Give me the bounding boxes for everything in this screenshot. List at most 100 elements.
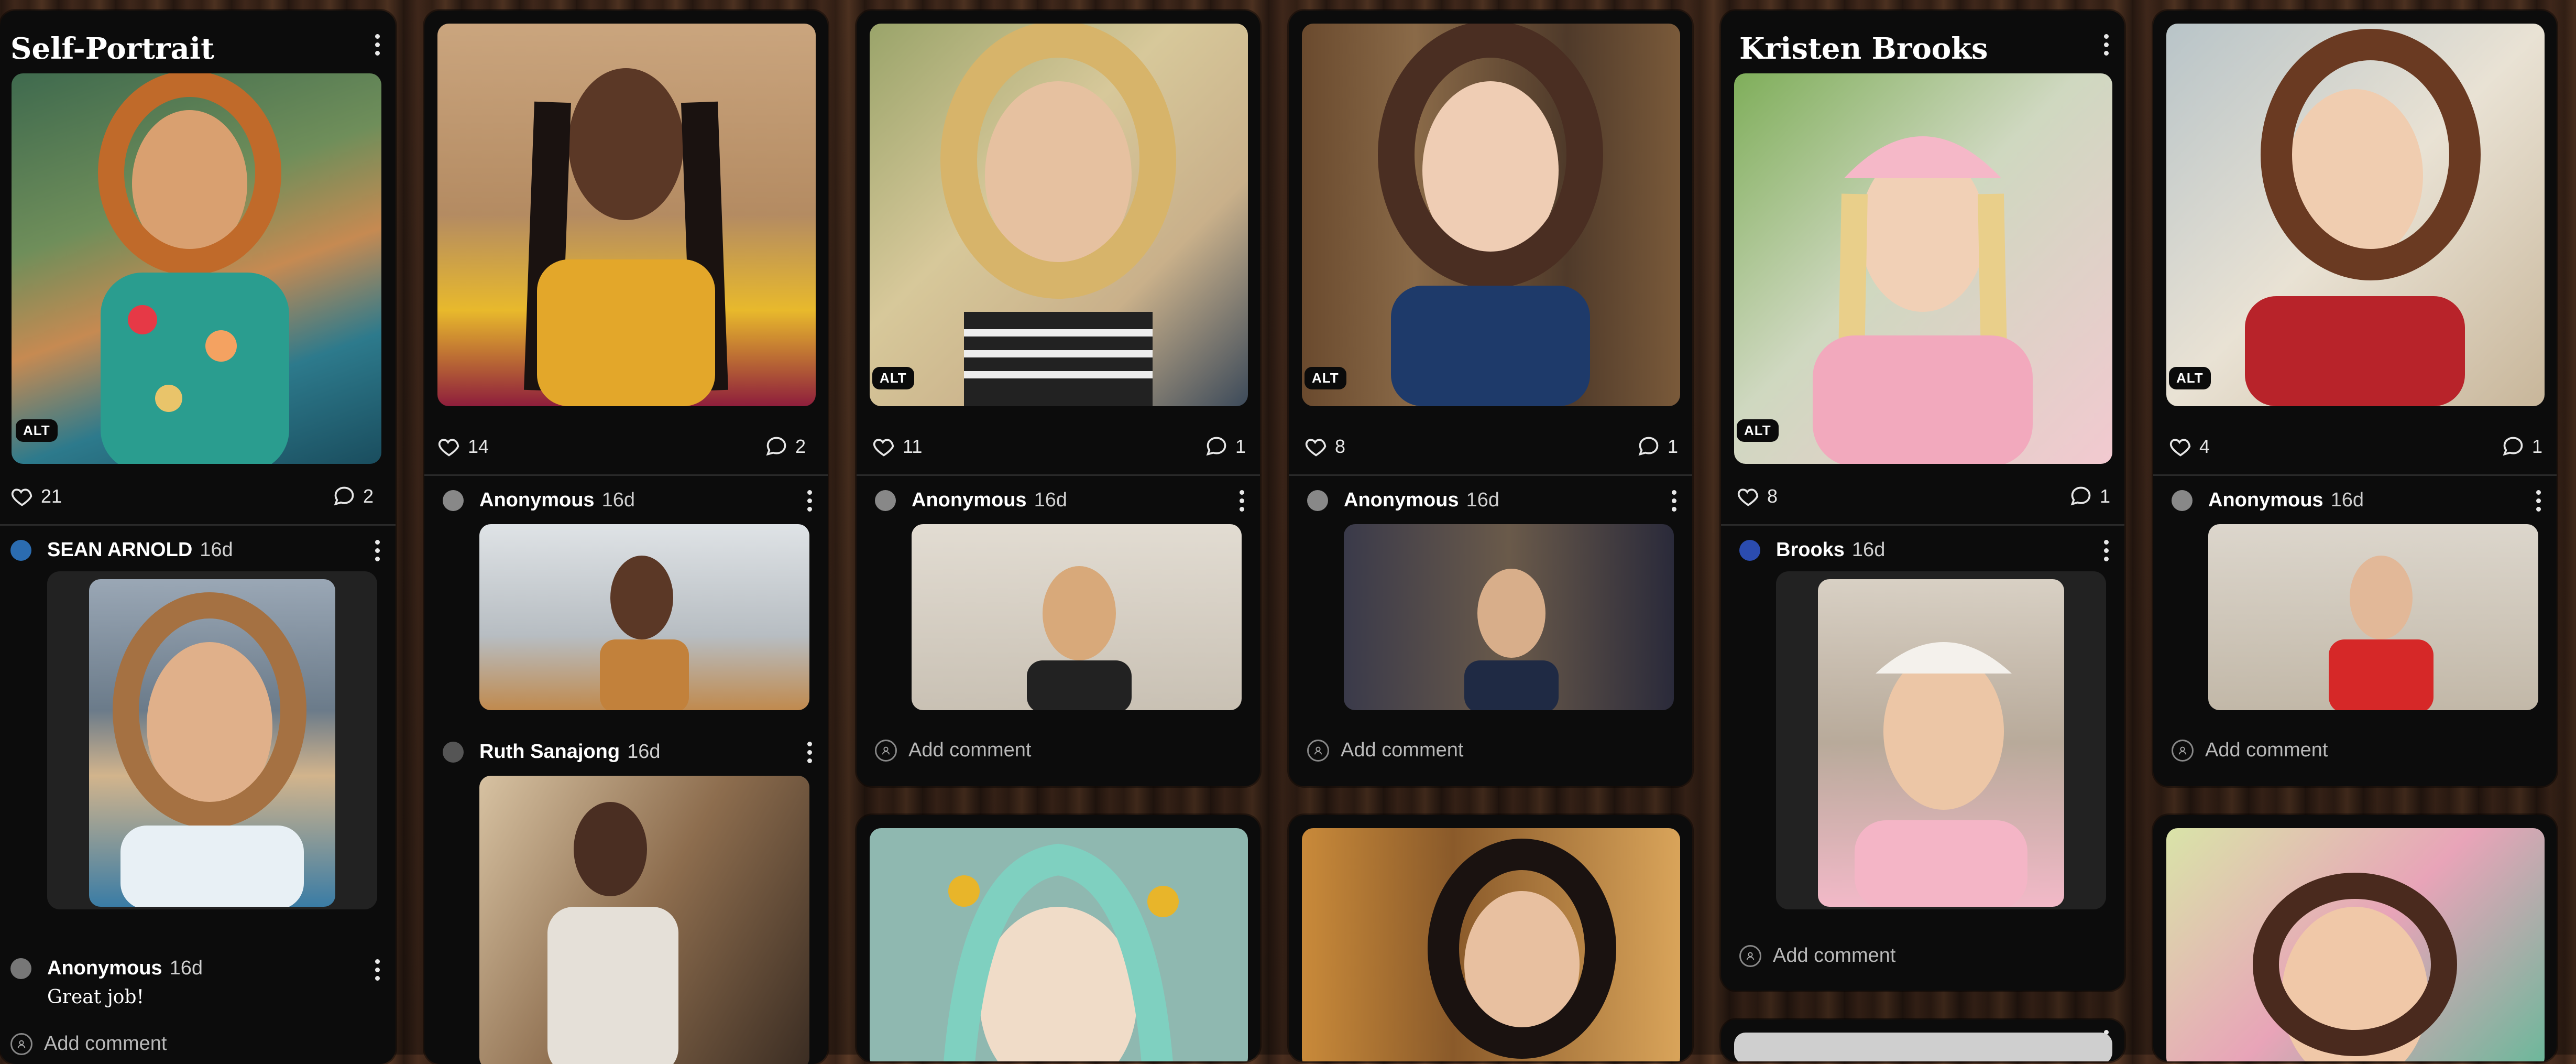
comment-author: SEAN ARNOLD 16d (47, 539, 233, 561)
post-image[interactable] (2166, 828, 2545, 1061)
like-button[interactable]: 4 (2169, 435, 2210, 458)
comment-toggle[interactable]: 1 (2502, 435, 2542, 458)
alt-badge[interactable]: ALT (16, 419, 58, 442)
comment-toggle[interactable]: 2 (333, 485, 374, 508)
comment-menu-button[interactable] (2096, 535, 2117, 566)
add-comment-label: Add comment (908, 739, 1032, 761)
comment-menu-button[interactable] (1231, 485, 1252, 516)
post-menu-button[interactable] (2096, 29, 2117, 60)
post-card (857, 815, 1260, 1061)
selfie-illustration (1464, 569, 1559, 710)
selfie-illustration (2329, 556, 2434, 710)
add-comment-button[interactable]: Add comment (10, 1033, 167, 1055)
selfie-illustration (1855, 642, 2027, 907)
post-image[interactable] (1302, 24, 1680, 406)
comment-icon (2069, 485, 2092, 508)
add-comment-button[interactable]: Add comment (1307, 739, 1463, 762)
comment-icon (765, 435, 788, 458)
comment-time: 16d (169, 957, 203, 979)
comment-icon (333, 485, 356, 508)
avatar (10, 958, 31, 979)
comment-photo[interactable] (479, 776, 809, 1064)
add-comment-icon (10, 1033, 32, 1055)
alt-badge[interactable]: ALT (2169, 367, 2211, 389)
like-button[interactable]: 11 (872, 435, 922, 458)
comment-author: Anonymous 16d (47, 957, 203, 979)
comment-text: Great job! (47, 986, 144, 1008)
selfie-illustration (113, 592, 306, 907)
post-card: 14 2 Anonymous 16d Ruth Sanajong 16d (424, 10, 828, 1064)
post-image[interactable] (2166, 24, 2545, 406)
avatar (443, 742, 464, 763)
comment-menu-button[interactable] (2528, 485, 2549, 516)
add-comment-button[interactable]: Add comment (2172, 739, 2328, 762)
comment-author: Anonymous 16d (1344, 489, 1499, 511)
alt-badge[interactable]: ALT (1305, 367, 1346, 389)
post-image[interactable] (1302, 828, 1680, 1061)
comment-time: 16d (1851, 539, 1886, 561)
post-image[interactable] (437, 24, 816, 406)
post-image[interactable] (12, 73, 381, 464)
comment-photo[interactable] (912, 524, 1242, 710)
portrait-illustration (524, 68, 728, 406)
avatar (10, 540, 31, 561)
add-comment-icon (1739, 944, 1761, 967)
comment-count: 1 (2532, 436, 2543, 457)
comment-menu-button[interactable] (367, 535, 388, 566)
comment-toggle[interactable]: 1 (1637, 435, 1678, 458)
like-button[interactable]: 8 (1737, 485, 1778, 508)
comment-photo[interactable] (1818, 579, 2064, 907)
alt-badge[interactable]: ALT (872, 367, 914, 389)
portrait-illustration (2253, 873, 2457, 1061)
comment-toggle[interactable]: 1 (1205, 435, 1246, 458)
comment-time: 16d (2330, 489, 2364, 511)
avatar (443, 490, 464, 511)
post-image[interactable] (1734, 73, 2112, 464)
comment-menu-button[interactable] (799, 485, 820, 516)
like-count: 21 (41, 485, 62, 507)
comment-menu-button[interactable] (799, 736, 820, 768)
divider (2153, 474, 2557, 476)
comment-time: 16d (1466, 489, 1499, 511)
comment-icon (2502, 435, 2525, 458)
heart-icon (872, 435, 895, 458)
portrait-illustration (547, 802, 678, 1064)
post-title: Kristen Brooks (1739, 31, 1988, 66)
heart-icon (2169, 435, 2192, 458)
comment-photo[interactable] (2208, 524, 2538, 710)
post-card (1289, 815, 1692, 1061)
like-count: 14 (468, 436, 489, 457)
comment-author: Brooks 16d (1776, 539, 1886, 561)
comment-photo[interactable] (479, 524, 809, 710)
comment-toggle[interactable]: 2 (765, 435, 806, 458)
add-comment-icon (1307, 739, 1329, 762)
alt-badge[interactable]: ALT (1737, 419, 1779, 442)
avatar (875, 490, 896, 511)
comment-toggle[interactable]: 1 (2069, 485, 2110, 508)
post-menu-button[interactable] (367, 29, 388, 60)
add-comment-button[interactable]: Add comment (1739, 944, 1895, 967)
comment-icon (1205, 435, 1228, 458)
comment-count: 1 (1668, 436, 1679, 457)
comment-photo[interactable] (1344, 524, 1674, 710)
post-image[interactable] (1734, 1033, 2112, 1061)
like-button[interactable]: 8 (1305, 435, 1345, 458)
divider (857, 474, 1260, 476)
portrait-illustration (2245, 29, 2481, 406)
like-button[interactable]: 21 (10, 485, 62, 508)
like-button[interactable]: 14 (437, 435, 489, 458)
comment-menu-button[interactable] (367, 954, 388, 985)
comment-photo[interactable] (89, 579, 335, 907)
add-comment-label: Add comment (1341, 739, 1464, 761)
comment-count: 1 (1235, 436, 1246, 457)
avatar (1307, 490, 1328, 511)
comment-count: 1 (2100, 485, 2111, 507)
selfie-illustration (1027, 566, 1132, 710)
comment-menu-button[interactable] (1663, 485, 1684, 516)
add-comment-button[interactable]: Add comment (875, 739, 1031, 762)
comment-time: 16d (627, 741, 661, 763)
avatar (2172, 490, 2193, 511)
post-image[interactable] (870, 828, 1248, 1061)
post-image[interactable] (870, 24, 1248, 406)
post-card: ALT 8 1 Anonymous 16d Add comment (1289, 10, 1692, 786)
